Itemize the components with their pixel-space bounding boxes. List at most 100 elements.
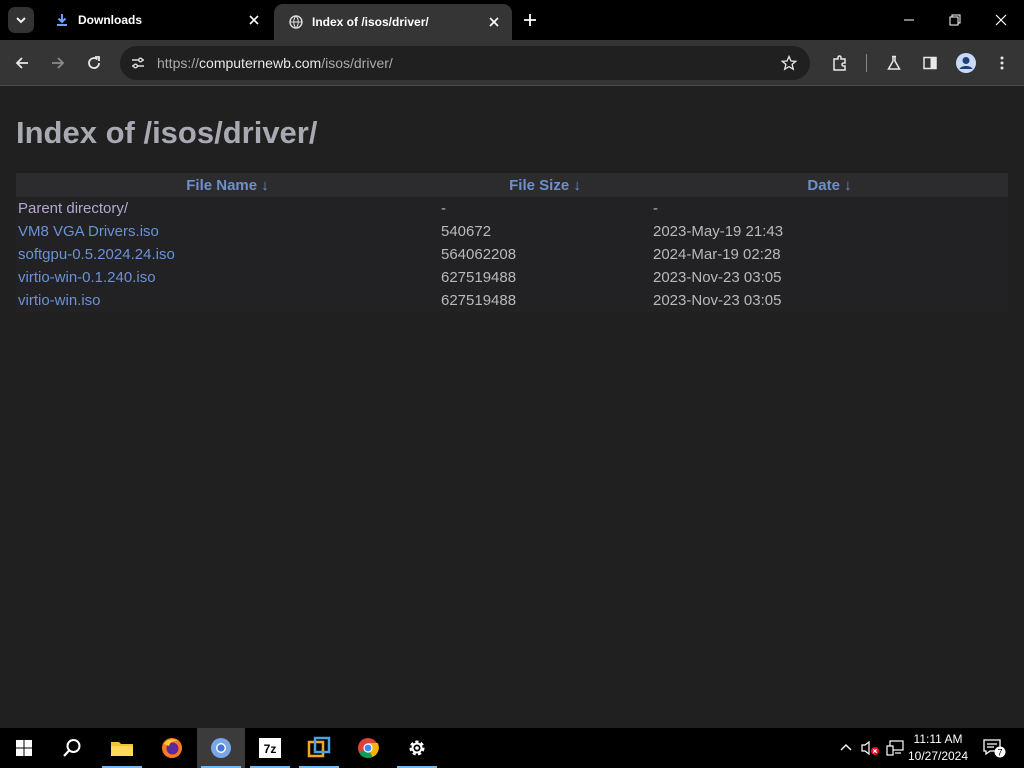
restore-icon [949,14,961,26]
column-header-file-name[interactable]: File Name ↓ [16,173,439,197]
clock-date: 10/27/2024 [907,749,969,763]
url-path: /isos/driver/ [321,55,393,71]
address-bar[interactable]: https://computernewb.com/isos/driver/ [120,46,810,80]
file-name-cell: virtio-win.iso [16,289,439,312]
volume-muted-icon [861,740,879,756]
taskbar-chromium[interactable] [197,728,245,768]
tab-index-isos-driver[interactable]: Index of /isos/driver/ [274,4,512,40]
side-panel-icon [923,56,937,70]
start-button[interactable] [0,728,48,768]
action-center-button[interactable]: 7 [978,728,1010,768]
bookmark-star-icon[interactable] [777,51,801,75]
restore-button[interactable] [932,0,978,40]
close-tab-icon[interactable] [486,14,502,30]
url-scheme: https:// [157,55,200,71]
taskbar-vmware[interactable] [295,728,343,768]
close-window-button[interactable] [978,0,1024,40]
file-size-cell: 540672 [441,223,492,240]
arrow-left-icon [15,57,28,69]
tab-title: Downloads [78,13,143,27]
taskbar-firefox[interactable] [148,728,196,768]
table-row: Parent directory/ - - [16,197,1008,220]
labs-button[interactable] [880,49,908,77]
page-title: Index of /isos/driver/ [16,115,318,150]
back-button[interactable] [8,49,36,77]
file-date-cell: 2024-Mar-19 02:28 [653,246,781,263]
show-hidden-icons-button[interactable] [836,728,856,768]
profile-button[interactable] [952,49,980,77]
taskbar: 7z 11:11 AM 10/27/2024 7 [0,728,1024,768]
plus-icon [524,14,536,26]
close-icon [995,14,1007,26]
globe-icon [288,14,304,30]
search-icon [63,739,81,757]
column-header-date[interactable]: Date ↓ [651,173,1008,197]
reload-icon [88,56,100,69]
table-header-row: File Name ↓ File Size ↓ Date ↓ [16,173,1008,197]
table-row: softgpu-0.5.2024.24.iso 564062208 2024-M… [16,243,1008,266]
browser-window: Downloads Index of /isos/driver/ https:/… [0,0,1024,728]
side-panel-button[interactable] [916,49,944,77]
table-row: virtio-win-0.1.240.iso 627519488 2023-No… [16,266,1008,289]
file-name-cell: virtio-win-0.1.240.iso [16,266,439,289]
close-tab-icon[interactable] [246,12,262,28]
menu-button[interactable] [988,49,1016,77]
more-vertical-icon [1000,56,1004,70]
7zip-icon: 7z [259,738,281,758]
puzzle-icon [833,55,846,71]
tab-search-button[interactable] [8,7,34,33]
firefox-icon [162,738,182,758]
arrow-right-icon [52,57,65,69]
file-link[interactable]: softgpu-0.5.2024.24.iso [18,246,175,263]
taskbar-7zip[interactable]: 7z [246,728,294,768]
file-explorer-icon [111,742,133,756]
extensions-button[interactable] [826,49,854,77]
file-link[interactable]: virtio-win-0.1.240.iso [18,269,156,286]
tab-title: Index of /isos/driver/ [312,15,429,29]
column-header-file-size[interactable]: File Size ↓ [439,173,651,197]
vmware-icon [307,736,331,758]
file-size-cell: 627519488 [441,269,517,286]
toolbar-separator [866,54,867,72]
taskbar-settings[interactable] [393,728,441,768]
settings-icon [409,740,425,756]
minimize-button[interactable] [886,0,932,40]
minimize-icon [904,19,914,21]
chevron-down-icon [16,17,26,24]
page-content: Index of /isos/driver/ File Name ↓ File … [0,87,1024,728]
search-button[interactable] [48,728,96,768]
parent-directory-link[interactable]: Parent directory/ [18,200,128,217]
url-text: https://computernewb.com/isos/driver/ [157,55,393,71]
clock[interactable]: 11:11 AM 10/27/2024 [905,731,971,765]
reload-button[interactable] [80,49,108,77]
new-tab-button[interactable] [518,8,542,32]
taskbar-chrome[interactable] [344,728,392,768]
chromium-icon [211,738,231,758]
file-date-cell: 2023-May-19 21:43 [653,223,784,240]
file-name-cell: softgpu-0.5.2024.24.iso [16,243,439,266]
notification-icon: 7 [983,739,1006,758]
file-date-cell: - [653,200,658,217]
network-button[interactable] [884,728,906,768]
taskbar-file-explorer[interactable] [98,728,146,768]
file-size-cell: 627519488 [441,292,517,309]
file-listing-table: File Name ↓ File Size ↓ Date ↓ Parent di… [16,173,1008,312]
network-icon [886,740,904,756]
start-icon [16,740,32,756]
site-settings-icon[interactable] [128,53,148,73]
clock-time: 11:11 AM [913,732,963,746]
svg-text:7z: 7z [264,742,277,756]
file-link[interactable]: VM8 VGA Drivers.iso [18,223,159,240]
tab-downloads[interactable]: Downloads [40,0,272,40]
table-row: VM8 VGA Drivers.iso 540672 2023-May-19 2… [16,220,1008,243]
browser-toolbar: https://computernewb.com/isos/driver/ [0,40,1024,86]
chrome-icon [358,738,379,759]
file-date-cell: 2023-Nov-23 03:05 [653,269,782,286]
file-name-cell: Parent directory/ [16,197,439,220]
volume-button[interactable] [858,728,882,768]
file-link[interactable]: virtio-win.iso [18,292,101,309]
file-size-cell: - [441,200,446,217]
file-date-cell: 2023-Nov-23 03:05 [653,292,782,309]
chevron-up-icon [840,744,852,751]
forward-button[interactable] [44,49,72,77]
